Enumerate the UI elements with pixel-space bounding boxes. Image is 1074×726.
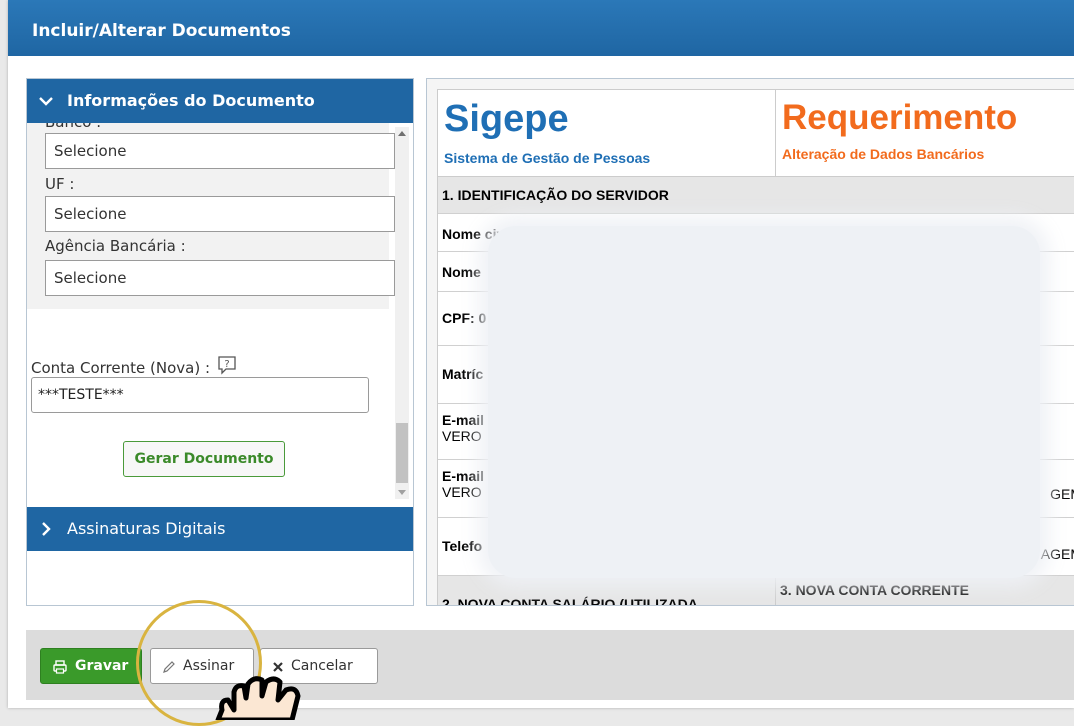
scrollbar-thumb[interactable]: [396, 423, 408, 483]
save-button[interactable]: Gravar: [40, 648, 142, 684]
uf-select[interactable]: Selecione: [45, 196, 395, 232]
brand-title: Sigepe: [444, 98, 569, 140]
printer-icon: [53, 660, 67, 674]
section-conta-salario: 2. NOVA CONTA SALÁRIO (UTILIZADA: [438, 576, 776, 605]
banco-select[interactable]: Selecione: [45, 133, 395, 169]
form-scrollbar[interactable]: [395, 127, 409, 499]
bank-fields-group: Banco : Selecione UF : Selecione Agência…: [27, 123, 395, 309]
conta-input[interactable]: ***TESTE***: [31, 377, 369, 413]
chevron-down-icon: [39, 97, 53, 106]
form-scroll-area[interactable]: Banco : Selecione UF : Selecione Agência…: [27, 123, 413, 511]
email-2-right-text: GEM: [1050, 486, 1074, 502]
requirement-cell: Requerimento Alteração de Dados Bancário…: [776, 90, 1074, 176]
dialog-window: Incluir/Alterar Documentos Informações d…: [8, 0, 1074, 708]
agencia-select[interactable]: Selecione: [45, 260, 395, 296]
telefone-right-text: AGEM: [1040, 546, 1074, 562]
generate-document-button[interactable]: Gerar Documento: [123, 441, 285, 477]
dialog-title: Incluir/Alterar Documentos: [8, 0, 1074, 56]
conta-label-text: Conta Corrente (Nova) :: [31, 359, 210, 377]
uf-label: UF :: [45, 175, 75, 193]
section-identificacao: 1. IDENTIFICAÇÃO DO SERVIDOR: [438, 176, 1074, 214]
accordion-info-label: Informações do Documento: [67, 91, 315, 110]
save-button-label: Gravar: [75, 658, 129, 674]
telefone-label: Telefo: [442, 538, 483, 554]
accordion-info-header[interactable]: Informações do Documento: [27, 79, 413, 123]
banco-label: Banco :: [45, 123, 101, 131]
brand-cell: Sigepe Sistema de Gestão de Pessoas: [438, 90, 776, 176]
redaction-overlay: [488, 226, 1040, 578]
scroll-up-icon[interactable]: [398, 131, 406, 136]
conta-label: Conta Corrente (Nova) : ?: [31, 355, 237, 377]
requirement-title: Requerimento: [782, 98, 1018, 137]
hand-cursor-icon: [215, 676, 301, 720]
scroll-down-icon[interactable]: [398, 490, 406, 495]
requirement-subtitle: Alteração de Dados Bancários: [782, 146, 985, 162]
accordion-signatures-label: Assinaturas Digitais: [67, 519, 226, 538]
help-icon[interactable]: ?: [217, 355, 237, 375]
section-conta-corrente: 3. NOVA CONTA CORRENTE: [776, 576, 1074, 605]
svg-text:?: ?: [224, 359, 229, 370]
agencia-label: Agência Bancária :: [45, 237, 186, 255]
brand-subtitle: Sistema de Gestão de Pessoas: [444, 150, 651, 166]
document-form-panel: Informações do Documento Banco : Selecio…: [26, 78, 414, 606]
accordion-signatures-header[interactable]: Assinaturas Digitais: [27, 507, 413, 551]
chevron-right-icon: [42, 522, 51, 536]
